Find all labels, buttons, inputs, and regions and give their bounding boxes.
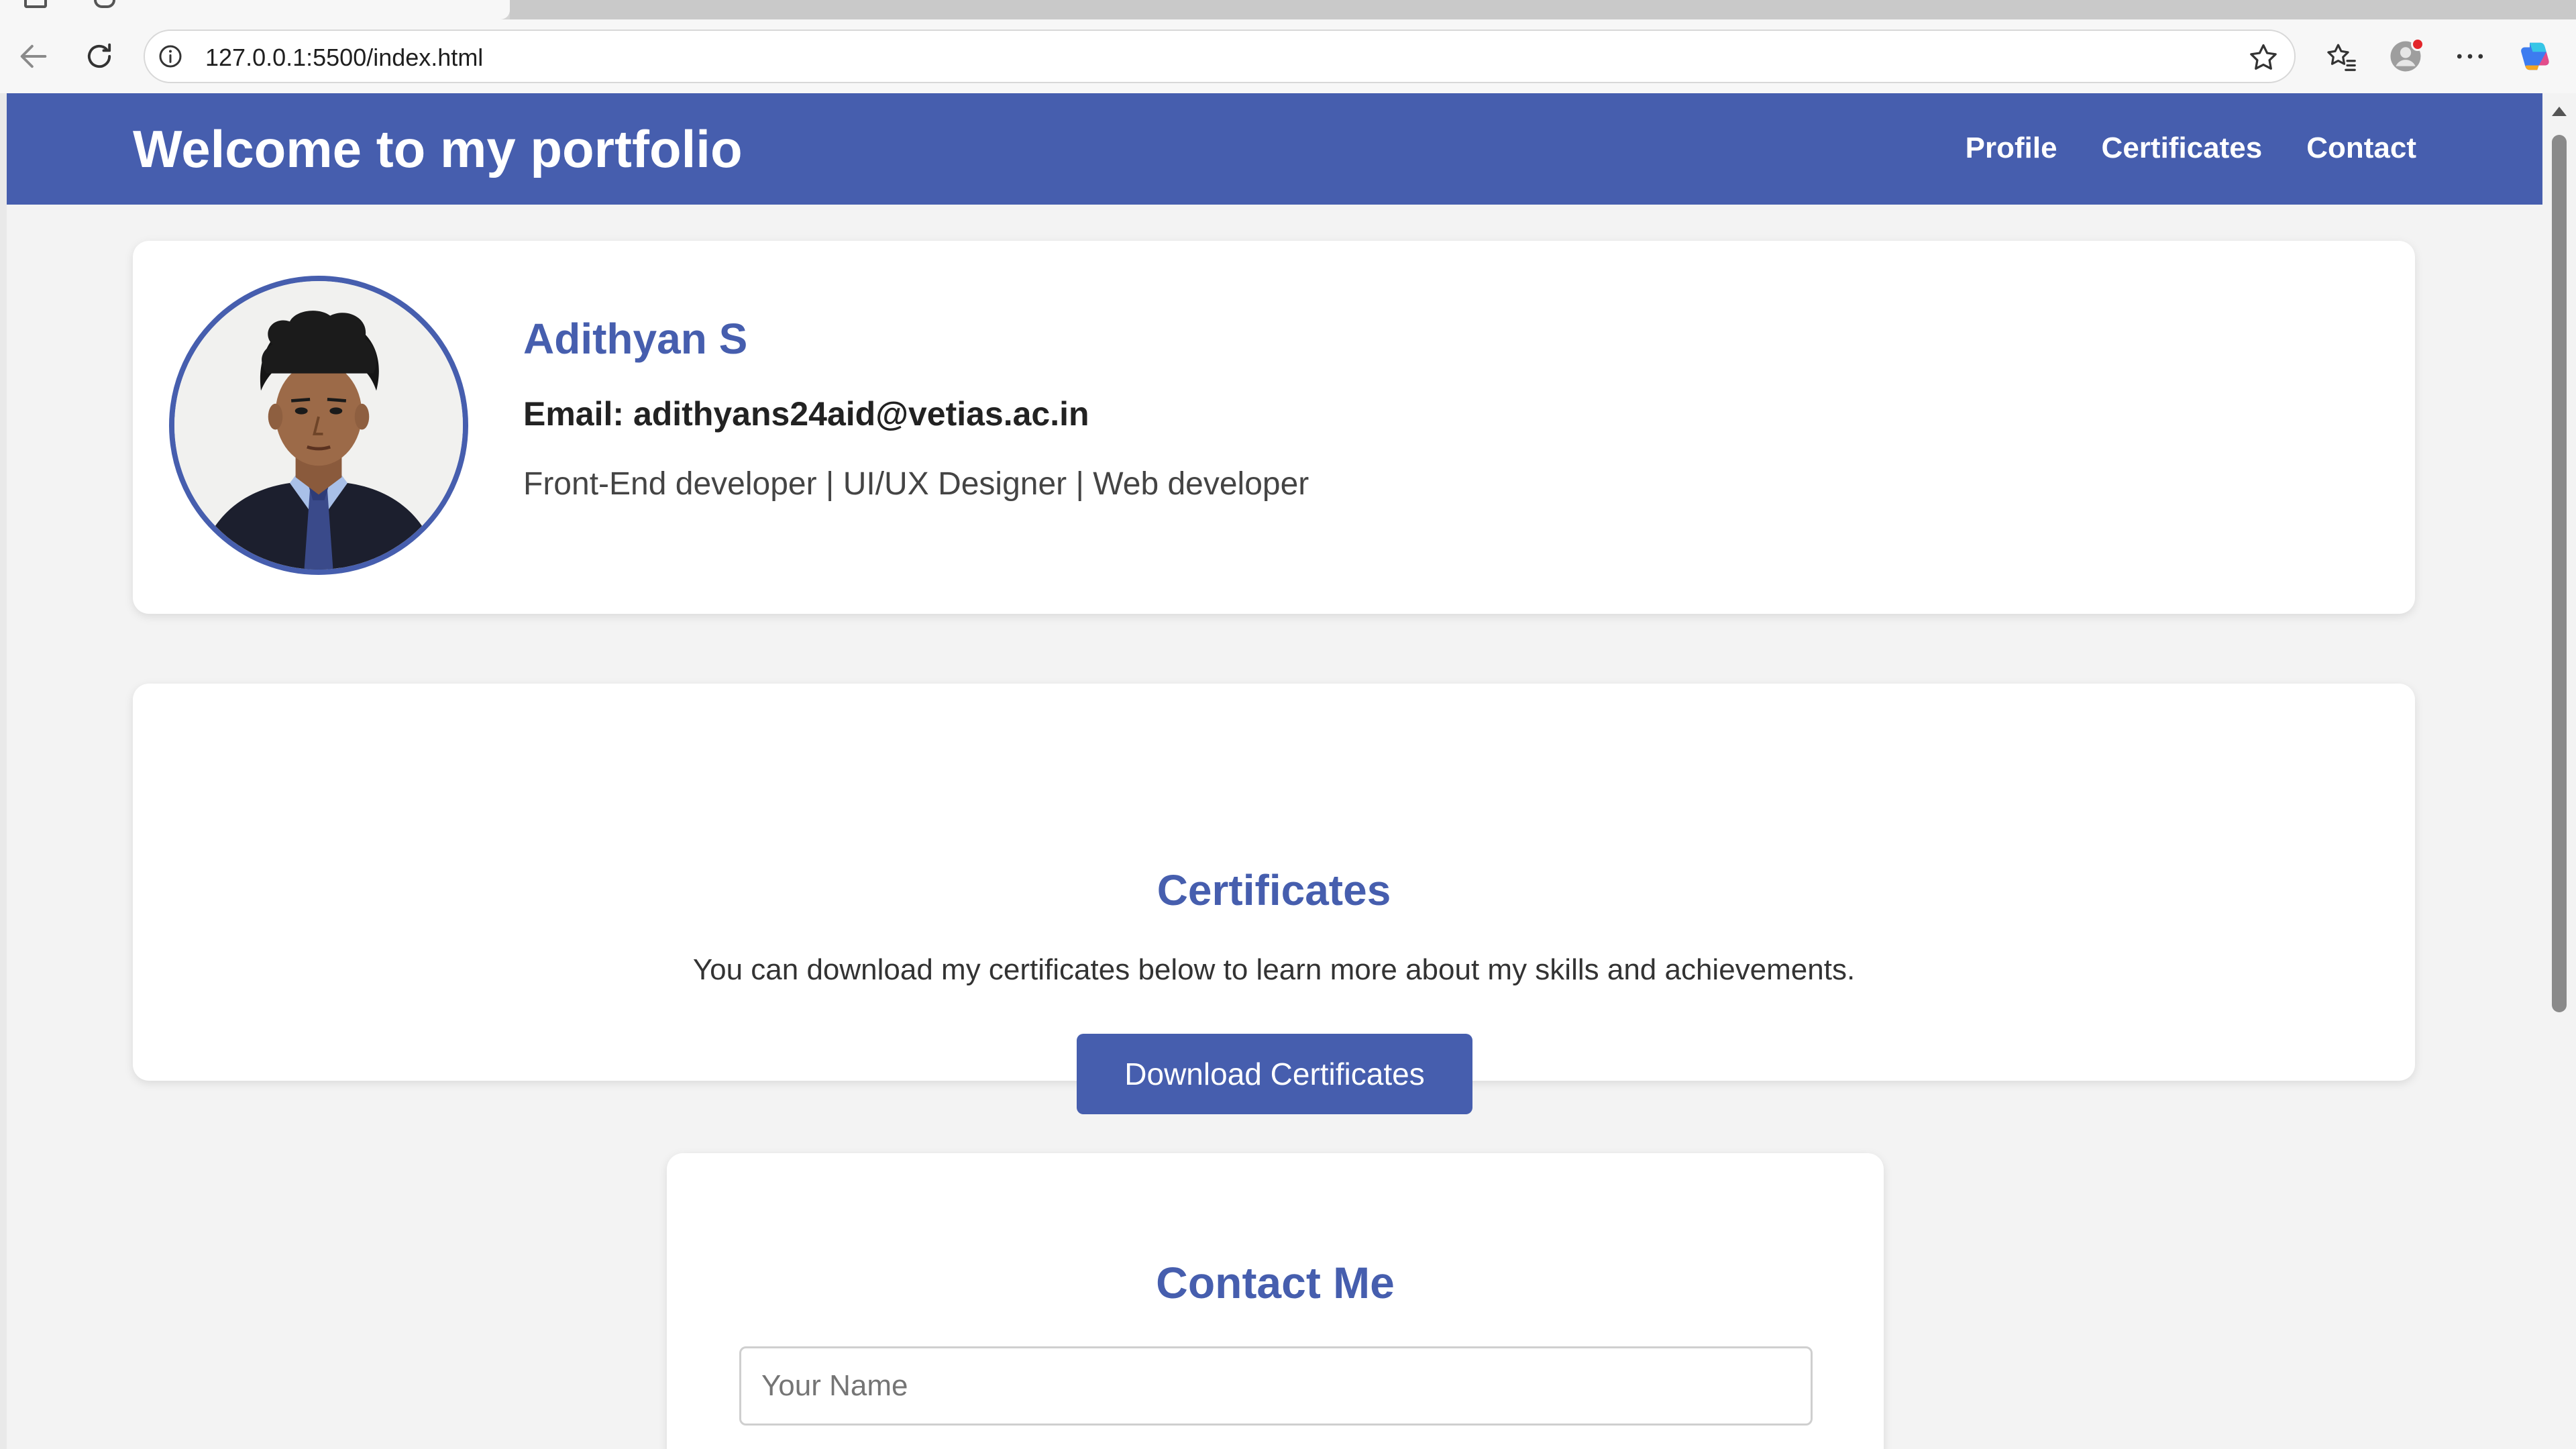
url-text[interactable]: 127.0.0.1:5500/index.html bbox=[205, 43, 483, 72]
tab-actions-icon[interactable] bbox=[24, 0, 47, 8]
profile-email: Email: adithyans24aid@vetias.ac.in bbox=[523, 395, 1089, 433]
nav-link-contact[interactable]: Contact bbox=[2306, 131, 2416, 166]
profile-card: Adithyan S Email: adithyans24aid@vetias.… bbox=[133, 241, 2415, 614]
site-title: Welcome to my portfolio bbox=[133, 119, 743, 178]
site-header: Welcome to my portfolio Profile Certific… bbox=[7, 93, 2542, 205]
address-bar[interactable]: 127.0.0.1:5500/index.html bbox=[144, 30, 2296, 83]
profile-name: Adithyan S bbox=[523, 315, 748, 363]
profile-button[interactable] bbox=[2385, 36, 2426, 76]
more-icon bbox=[2457, 54, 2483, 59]
favorites-button[interactable] bbox=[2321, 36, 2361, 76]
copilot-icon bbox=[2521, 42, 2549, 70]
active-tab[interactable] bbox=[0, 0, 510, 19]
reload-button[interactable] bbox=[79, 36, 119, 76]
nav-link-profile[interactable]: Profile bbox=[1966, 131, 2057, 166]
certificates-title: Certificates bbox=[1157, 866, 1391, 914]
notification-dot bbox=[2411, 38, 2424, 51]
copilot-button[interactable] bbox=[2516, 36, 2556, 76]
more-button[interactable] bbox=[2450, 36, 2490, 76]
contact-card: Contact Me bbox=[667, 1153, 1884, 1449]
page-viewport: Welcome to my portfolio Profile Certific… bbox=[0, 93, 2576, 1449]
scroll-up-arrow-icon[interactable] bbox=[2552, 107, 2567, 116]
page-edge bbox=[0, 93, 7, 1449]
name-input[interactable] bbox=[739, 1346, 1813, 1426]
browser-window: 127.0.0.1:5500/index.html Welcome to my … bbox=[0, 0, 2576, 1449]
star-icon[interactable] bbox=[2246, 40, 2281, 75]
reload-icon bbox=[87, 43, 111, 68]
profile-photo bbox=[174, 281, 463, 570]
back-arrow-icon bbox=[20, 44, 47, 68]
profile-role: Front-End developer | UI/UX Designer | W… bbox=[523, 466, 1309, 502]
tab-favicon-icon bbox=[94, 0, 115, 8]
browser-toolbar: 127.0.0.1:5500/index.html bbox=[0, 19, 2576, 93]
certificates-card: Certificates You can download my certifi… bbox=[133, 684, 2415, 1114]
scroll-thumb[interactable] bbox=[2552, 135, 2567, 1012]
certificates-description: You can download my certificates below t… bbox=[692, 953, 1856, 986]
avatar bbox=[169, 276, 468, 575]
info-icon[interactable] bbox=[157, 43, 184, 70]
back-button[interactable] bbox=[13, 36, 54, 76]
contact-title: Contact Me bbox=[1156, 1258, 1395, 1307]
site-nav: Profile Certificates Contact bbox=[1966, 131, 2416, 166]
download-certificates-button[interactable]: Download Certificates bbox=[1077, 1034, 1472, 1114]
favorites-icon bbox=[2327, 44, 2356, 71]
vertical-scrollbar[interactable] bbox=[2542, 93, 2576, 1449]
tab-strip bbox=[0, 0, 2576, 19]
nav-link-certificates[interactable]: Certificates bbox=[2102, 131, 2263, 166]
tab-strip-empty-area bbox=[510, 0, 2576, 19]
